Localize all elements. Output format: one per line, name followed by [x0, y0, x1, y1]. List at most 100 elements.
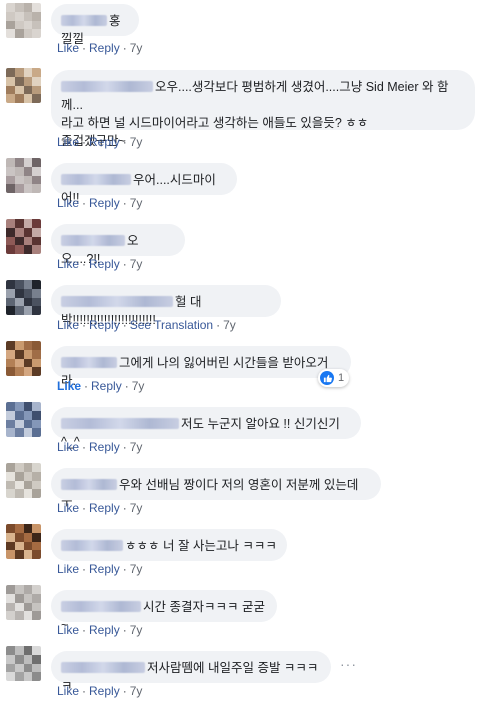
- avatar-pixel: [32, 672, 41, 681]
- commenter-name-blurred[interactable]: [61, 81, 153, 92]
- reply-link[interactable]: Reply: [89, 684, 120, 698]
- commenter-name-blurred[interactable]: [61, 296, 173, 307]
- like-link[interactable]: Like: [57, 135, 79, 149]
- comment-actions: Like · Reply · 7y: [57, 135, 142, 149]
- avatar[interactable]: [6, 68, 41, 103]
- avatar-pixel: [14, 358, 24, 368]
- avatar-pixel: [23, 463, 33, 472]
- reply-link[interactable]: Reply: [89, 623, 120, 637]
- commenter-name-blurred[interactable]: [61, 418, 179, 429]
- reply-link[interactable]: Reply: [89, 196, 120, 210]
- timestamp[interactable]: 7y: [130, 196, 143, 210]
- avatar-pixel: [32, 306, 41, 315]
- avatar-pixel: [6, 654, 15, 664]
- commenter-name-blurred[interactable]: [61, 235, 125, 246]
- like-link[interactable]: Like: [57, 501, 79, 515]
- commenter-name-blurred[interactable]: [61, 601, 141, 612]
- avatar[interactable]: [6, 3, 41, 38]
- avatar-pixel: [14, 236, 24, 246]
- avatar[interactable]: [6, 341, 41, 376]
- reply-link[interactable]: Reply: [89, 257, 120, 271]
- like-link[interactable]: Like: [57, 562, 79, 576]
- comment-bubble: 시간 종결자ㅋㅋㅋ 굳굳~: [51, 590, 277, 632]
- like-link[interactable]: Like: [57, 318, 79, 332]
- avatar-pixel: [6, 29, 15, 38]
- avatar[interactable]: [6, 585, 41, 620]
- commenter-name-blurred[interactable]: [61, 540, 123, 551]
- avatar-pixel: [14, 184, 24, 193]
- avatar-pixel: [14, 341, 24, 350]
- comment-actions: Like · Reply · 7y: [57, 623, 142, 637]
- timestamp[interactable]: 7y: [223, 318, 236, 332]
- commenter-name-blurred[interactable]: [61, 662, 145, 673]
- avatar-pixel: [6, 245, 15, 254]
- avatar-pixel: [6, 184, 15, 193]
- avatar-pixel: [23, 236, 33, 246]
- reply-link[interactable]: Reply: [89, 562, 120, 576]
- avatar-pixel: [32, 602, 41, 612]
- like-link[interactable]: Like: [57, 41, 79, 55]
- avatar-pixel: [6, 236, 15, 246]
- avatar-pixel: [14, 297, 24, 307]
- avatar-pixel: [23, 288, 33, 298]
- avatar-pixel: [32, 349, 41, 359]
- commenter-name-blurred[interactable]: [61, 357, 117, 368]
- avatar[interactable]: [6, 158, 41, 193]
- avatar-pixel: [14, 175, 24, 185]
- timestamp[interactable]: 7y: [130, 623, 143, 637]
- timestamp[interactable]: 7y: [130, 440, 143, 454]
- avatar-pixel: [6, 166, 15, 176]
- avatar-pixel: [14, 288, 24, 298]
- avatar-pixel: [32, 184, 41, 193]
- timestamp[interactable]: 7y: [130, 684, 143, 698]
- timestamp[interactable]: 7y: [132, 379, 145, 393]
- reply-link[interactable]: Reply: [91, 379, 122, 393]
- separator: ·: [122, 318, 127, 332]
- avatar-pixel: [6, 489, 15, 498]
- avatar-pixel: [6, 672, 15, 681]
- timestamp[interactable]: 7y: [130, 501, 143, 515]
- see-translation-link[interactable]: See Translation: [130, 318, 213, 332]
- timestamp[interactable]: 7y: [130, 562, 143, 576]
- avatar-pixel: [6, 219, 15, 228]
- separator: ·: [82, 684, 87, 698]
- avatar-pixel: [14, 166, 24, 176]
- commenter-name-blurred[interactable]: [61, 174, 131, 185]
- like-link[interactable]: Like: [57, 257, 79, 271]
- more-options-icon[interactable]: ···: [340, 656, 357, 672]
- avatar[interactable]: [6, 280, 41, 315]
- reply-link[interactable]: Reply: [89, 41, 120, 55]
- reply-link[interactable]: Reply: [89, 501, 120, 515]
- avatar[interactable]: [6, 646, 41, 681]
- reaction-count-badge[interactable]: 1: [318, 369, 350, 387]
- timestamp[interactable]: 7y: [130, 41, 143, 55]
- timestamp[interactable]: 7y: [130, 135, 143, 149]
- like-link[interactable]: Like: [57, 623, 79, 637]
- like-link[interactable]: Like: [57, 440, 79, 454]
- avatar-pixel: [23, 524, 33, 533]
- commenter-name-blurred[interactable]: [61, 15, 107, 26]
- avatar[interactable]: [6, 219, 41, 254]
- avatar-pixel: [32, 76, 41, 86]
- reply-link[interactable]: Reply: [89, 318, 120, 332]
- timestamp[interactable]: 7y: [130, 257, 143, 271]
- avatar[interactable]: [6, 402, 41, 437]
- like-link[interactable]: Like: [57, 196, 79, 210]
- separator: ·: [216, 318, 221, 332]
- separator: ·: [122, 135, 127, 149]
- like-link[interactable]: Like: [57, 684, 79, 698]
- avatar-pixel: [6, 471, 15, 481]
- commenter-name-blurred[interactable]: [61, 479, 117, 490]
- separator: ·: [122, 562, 127, 576]
- separator: ·: [122, 501, 127, 515]
- avatar-pixel: [14, 76, 24, 86]
- avatar-pixel: [14, 410, 24, 420]
- reply-link[interactable]: Reply: [89, 135, 120, 149]
- avatar-pixel: [14, 367, 24, 376]
- avatar-pixel: [14, 654, 24, 664]
- like-link[interactable]: Like: [57, 379, 81, 393]
- avatar-pixel: [23, 611, 33, 620]
- avatar[interactable]: [6, 463, 41, 498]
- avatar[interactable]: [6, 524, 41, 559]
- reply-link[interactable]: Reply: [89, 440, 120, 454]
